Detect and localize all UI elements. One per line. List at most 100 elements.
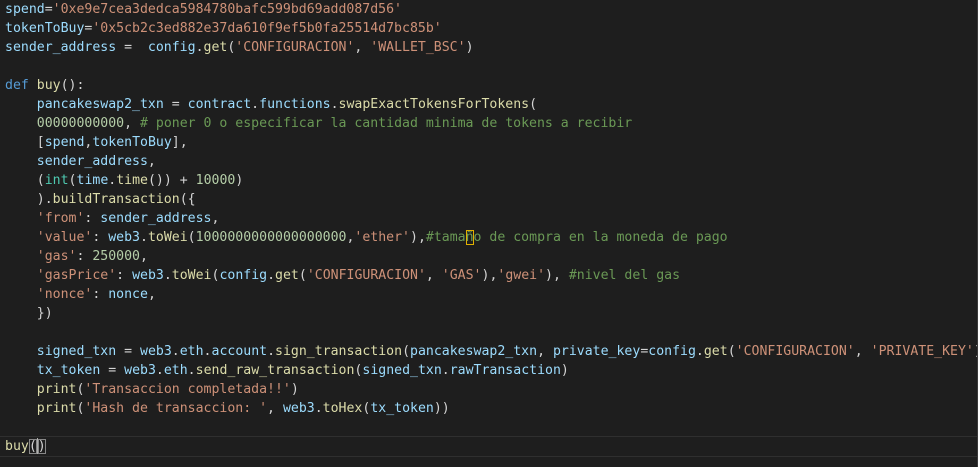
identifier-token: functions <box>259 97 331 112</box>
identifier-token: web3 <box>124 363 156 378</box>
punctuation-token: ), <box>410 230 426 245</box>
string-literal-token: 'nonce' <box>36 287 93 302</box>
code-line[interactable]: 'gasPrice': web3.toWei(config.get('CONFI… <box>5 266 977 285</box>
punctuation-token: , <box>211 211 220 226</box>
identifier-token: web3 <box>108 230 140 245</box>
punctuation-token: , <box>147 154 156 169</box>
function-name-token: toWei <box>171 268 212 283</box>
identifier-token: private_key <box>552 344 641 359</box>
identifier-token: web3 <box>132 268 164 283</box>
punctuation-token: . <box>267 344 276 359</box>
string-literal-token: 'GAS' <box>441 268 482 283</box>
punctuation-token: ), <box>545 268 569 283</box>
punctuation-token: )) <box>974 344 977 359</box>
function-name-token: toHex <box>322 401 363 416</box>
punctuation-token <box>5 268 37 283</box>
identifier-token: config <box>219 268 268 283</box>
punctuation-token: . <box>251 97 260 112</box>
code-line[interactable]: 'value': web3.toWei(1000000000000000000,… <box>5 228 977 247</box>
code-line[interactable]: sender_address, <box>5 152 977 171</box>
code-line[interactable]: 00000000000, # poner 0 o especificar la … <box>5 114 977 133</box>
string-literal-token: 'gasPrice' <box>36 268 117 283</box>
punctuation-token: . <box>171 344 180 359</box>
code-line[interactable]: print('Transaccion completada!!') <box>5 380 977 399</box>
string-literal-token: '0xe9e7cea3dedca5984780bafc599bd69add087… <box>52 2 402 17</box>
code-line[interactable]: pancakeswap2_txn = contract.functions.sw… <box>5 95 977 114</box>
string-literal-token: 'CONFIGURACION' <box>735 344 855 359</box>
code-text-area[interactable]: spend='0xe9e7cea3dedca5984780bafc599bd69… <box>5 0 977 418</box>
code-line[interactable]: signed_txn = web3.eth.account.sign_trans… <box>5 342 977 361</box>
code-line[interactable]: print('Hash de transaccion: ', web3.toHe… <box>5 399 977 418</box>
punctuation-token: : <box>116 268 133 283</box>
string-literal-token: 'from' <box>36 211 85 226</box>
punctuation-token <box>5 154 37 169</box>
code-line[interactable]: sender_address = config.get('CONFIGURACI… <box>5 38 977 57</box>
code-line[interactable] <box>5 57 977 76</box>
punctuation-token <box>5 192 37 207</box>
code-line[interactable]: tokenToBuy='0x5cb2c3ed882e37da610f9ef5b0… <box>5 19 977 38</box>
punctuation-token: = <box>116 40 148 55</box>
identifier-token: config <box>648 344 696 359</box>
code-line-current[interactable]: buy() <box>5 437 46 456</box>
punctuation-token: ( <box>298 268 307 283</box>
number-literal-token: 250000 <box>92 249 140 264</box>
punctuation-token <box>5 249 37 264</box>
punctuation-token <box>29 78 37 93</box>
string-literal-token: 'Transaccion completada!!' <box>84 382 291 397</box>
identifier-token: sender_address <box>5 40 117 55</box>
punctuation-token <box>5 173 37 188</box>
punctuation-token <box>5 97 37 112</box>
code-line[interactable]: }) <box>5 304 977 323</box>
punctuation-token <box>5 287 37 302</box>
punctuation-token: , <box>854 344 871 359</box>
identifier-token: pancakeswap2_txn <box>36 97 164 112</box>
code-line[interactable]: tx_token = web3.eth.send_raw_transaction… <box>5 361 977 380</box>
punctuation-token: )) <box>433 401 450 416</box>
punctuation-token: , <box>267 401 283 416</box>
code-line[interactable]: spend='0xe9e7cea3dedca5984780bafc599bd69… <box>5 0 977 19</box>
function-name-token: sign_transaction <box>275 344 403 359</box>
punctuation-token: . <box>140 230 148 245</box>
punctuation-token: . <box>163 268 172 283</box>
punctuation-token: , <box>354 40 371 55</box>
code-line[interactable]: 'nonce': nonce, <box>5 285 977 304</box>
function-name-token: print <box>36 382 77 397</box>
punctuation-token: (): <box>60 78 85 93</box>
function-name-token: get <box>203 40 228 55</box>
function-name-token: print <box>36 401 77 416</box>
comment-token: ñ <box>465 230 474 245</box>
punctuation-token: : <box>92 287 109 302</box>
punctuation-token: ) <box>235 173 244 188</box>
number-literal-token: 10000 <box>195 173 236 188</box>
code-line[interactable]: def buy(): <box>5 76 977 95</box>
number-literal-token: 00000000000 <box>36 116 125 131</box>
punctuation-token: = <box>163 97 188 112</box>
current-line-highlight[interactable]: buy() <box>0 436 977 457</box>
identifier-token: spend <box>44 135 85 150</box>
code-line[interactable]: 'gas': 250000, <box>5 247 977 266</box>
code-line[interactable] <box>5 323 977 342</box>
identifier-token: config <box>147 40 196 55</box>
punctuation-token: }) <box>36 306 53 321</box>
code-line[interactable]: 'from': sender_address, <box>5 209 977 228</box>
function-name-token: buy <box>5 439 29 454</box>
code-line[interactable]: [spend,tokenToBuy], <box>5 133 977 152</box>
punctuation-token: = <box>44 2 53 17</box>
punctuation-token: : <box>84 211 101 226</box>
identifier-token: tx_token <box>36 363 101 378</box>
punctuation-token <box>5 116 37 131</box>
punctuation-token: ( <box>36 173 45 188</box>
function-name-token: buy <box>36 78 61 93</box>
code-editor[interactable]: spend='0xe9e7cea3dedca5984780bafc599bd69… <box>0 0 978 467</box>
code-line[interactable]: ).buildTransaction({ <box>5 190 977 209</box>
punctuation-token: ), <box>481 268 498 283</box>
punctuation-token: . <box>187 363 196 378</box>
punctuation-token: . <box>330 97 339 112</box>
punctuation-token <box>5 135 37 150</box>
identifier-token: nonce <box>108 287 148 302</box>
punctuation-token: . <box>203 344 212 359</box>
punctuation-token: . <box>195 40 204 55</box>
code-line[interactable]: (int(time.time()) + 10000) <box>5 171 977 190</box>
punctuation-token: . <box>314 401 323 416</box>
punctuation-token: ( <box>68 173 77 188</box>
